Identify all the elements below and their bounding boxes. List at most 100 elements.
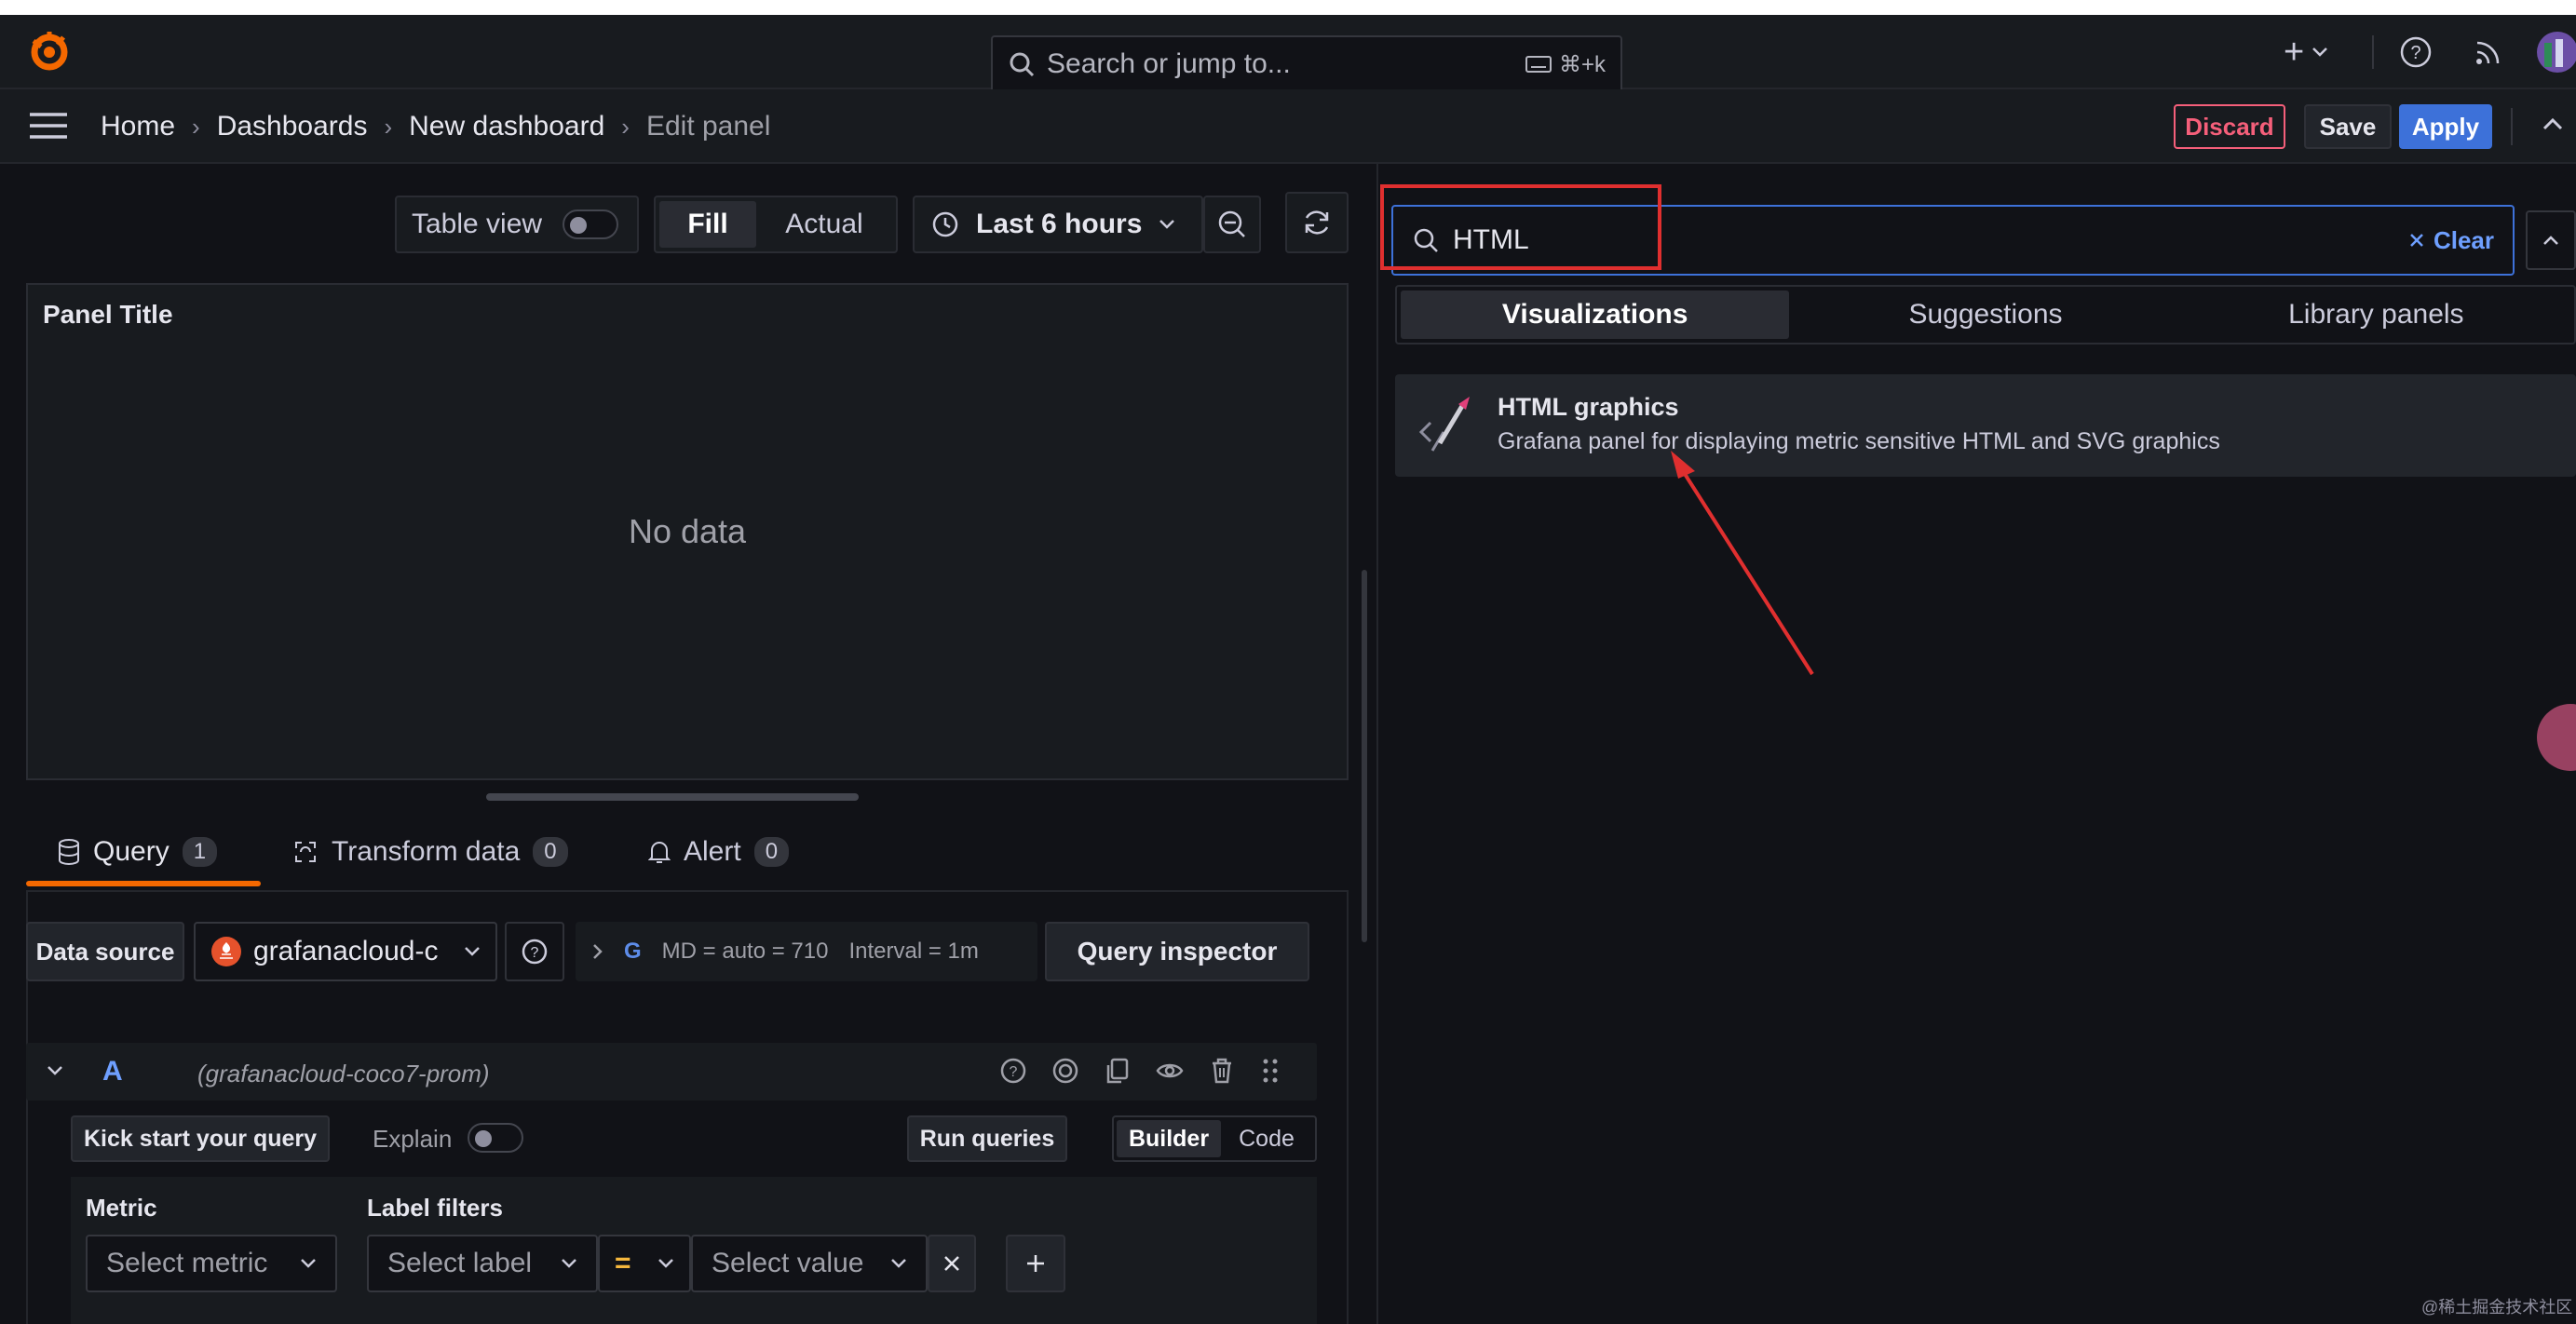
query-letter[interactable]: A <box>102 1056 123 1088</box>
time-range-picker[interactable]: Last 6 hours <box>913 196 1203 253</box>
kick-start-button[interactable]: Kick start your query <box>71 1115 330 1162</box>
code-option[interactable]: Code <box>1221 1120 1312 1157</box>
top-edge-strip <box>0 0 2576 15</box>
help-icon[interactable]: ? <box>2399 35 2433 69</box>
query-history-icon[interactable] <box>1051 1056 1080 1086</box>
table-view-switch[interactable] <box>563 209 619 239</box>
eye-icon[interactable] <box>1155 1056 1185 1086</box>
tab-suggestions[interactable]: Suggestions <box>1789 290 2181 339</box>
tab-query[interactable]: Query 1 <box>58 836 218 868</box>
query-options-icon: G <box>624 939 642 964</box>
help-icon[interactable]: ? <box>998 1056 1028 1086</box>
clock-icon <box>931 210 959 238</box>
label-placeholder: Select label <box>387 1248 533 1278</box>
label-filters-label: Label filters <box>367 1194 503 1222</box>
prometheus-icon <box>210 936 242 967</box>
apply-button[interactable]: Apply <box>2399 104 2492 149</box>
datasource-help-button[interactable]: ? <box>505 922 564 981</box>
add-filter-button[interactable] <box>1006 1235 1065 1292</box>
annotation-arrow <box>1671 451 1814 676</box>
tab-alert[interactable]: Alert 0 <box>648 836 790 868</box>
svg-text:?: ? <box>2410 43 2420 63</box>
search-icon <box>1008 50 1036 78</box>
breadcrumb-edit-panel: Edit panel <box>645 111 771 142</box>
trash-icon[interactable] <box>1207 1056 1237 1086</box>
search-placeholder: Search or jump to... <box>1047 48 1291 79</box>
run-queries-button[interactable]: Run queries <box>907 1115 1067 1162</box>
avatar[interactable] <box>2537 32 2576 73</box>
keyboard-icon <box>1525 55 1552 74</box>
chevron-right-icon <box>592 943 603 960</box>
close-icon <box>942 1254 961 1273</box>
nav-divider <box>2511 108 2513 145</box>
query-datasource-name: (grafanacloud-coco7-prom) <box>197 1060 490 1088</box>
help-icon: ? <box>521 938 549 966</box>
explain-label: Explain <box>373 1125 453 1153</box>
value-select[interactable]: Select value <box>691 1235 928 1292</box>
new-menu-button[interactable]: + <box>2284 32 2328 72</box>
table-view-label: Table view <box>412 209 543 239</box>
pane-splitter[interactable] <box>1376 164 1378 1324</box>
breadcrumb-dashboards[interactable]: Dashboards <box>217 111 368 142</box>
tab-transform-data[interactable]: Transform data 0 <box>292 836 568 868</box>
tab-visualizations[interactable]: Visualizations <box>1401 290 1790 339</box>
metric-select[interactable]: Select metric <box>86 1235 337 1292</box>
collapse-icon[interactable] <box>47 1065 63 1076</box>
breadcrumb: Home › Dashboards › New dashboard › Edit… <box>101 108 770 145</box>
save-button[interactable]: Save <box>2304 104 2392 149</box>
fill-actual-radio: Fill Actual <box>654 196 898 253</box>
no-data-message: No data <box>628 512 747 550</box>
datasource-value: grafanacloud-c <box>253 936 439 966</box>
grafana-logo-icon[interactable] <box>26 28 73 74</box>
chevron-down-icon <box>561 1258 577 1269</box>
explain-toggle[interactable] <box>468 1123 523 1153</box>
chevron-down-icon <box>464 946 481 957</box>
datasource-select[interactable]: grafanacloud-c <box>194 922 497 981</box>
svg-text:?: ? <box>1010 1064 1018 1080</box>
max-data-points: MD = auto = 710 <box>661 939 829 964</box>
drag-handle-icon[interactable] <box>1261 1056 1280 1086</box>
query-options[interactable]: G MD = auto = 710 Interval = 1m <box>576 922 1037 981</box>
time-range-label: Last 6 hours <box>976 209 1143 239</box>
label-select[interactable]: Select label <box>367 1235 598 1292</box>
chevron-down-icon <box>658 1258 674 1269</box>
datasource-label: Data source <box>26 922 184 981</box>
refresh-button[interactable] <box>1285 192 1349 253</box>
nav-bar: Home › Dashboards › New dashboard › Edit… <box>0 89 2576 164</box>
clear-button[interactable]: Clear <box>2409 226 2494 255</box>
tab-library-panels[interactable]: Library panels <box>2182 290 2570 339</box>
scrollbar[interactable] <box>1362 570 1367 942</box>
search-input[interactable]: Search or jump to... ⌘+k <box>991 35 1622 93</box>
resize-handle[interactable] <box>486 793 859 801</box>
remove-filter-button[interactable] <box>928 1235 976 1292</box>
breadcrumb-home[interactable]: Home <box>101 111 175 142</box>
chevron-down-icon <box>1159 219 1175 230</box>
metric-label: Metric <box>86 1194 157 1222</box>
value-placeholder: Select value <box>712 1248 864 1278</box>
operator-select[interactable]: = <box>598 1235 691 1292</box>
html-graphics-icon <box>1417 395 1473 456</box>
table-view-toggle[interactable]: Table view <box>395 196 639 253</box>
chevron-down-icon <box>890 1258 907 1269</box>
zoom-out-button[interactable] <box>1203 196 1261 253</box>
breadcrumb-new-dashboard[interactable]: New dashboard <box>409 111 604 142</box>
watermark: @稀土掘金技术社区 <box>2421 1298 2573 1317</box>
database-icon <box>58 839 80 865</box>
plus-icon: + <box>2284 32 2305 72</box>
interval: Interval = 1m <box>848 939 979 964</box>
menu-icon[interactable] <box>30 112 67 140</box>
chevron-up-icon <box>2542 235 2559 246</box>
builder-option[interactable]: Builder <box>1117 1120 1221 1157</box>
collapse-options-button[interactable] <box>2526 210 2576 270</box>
discard-button[interactable]: Discard <box>2174 104 2285 149</box>
fill-option[interactable]: Fill <box>659 201 756 248</box>
duplicate-icon[interactable] <box>1103 1056 1132 1086</box>
chevron-up-icon[interactable] <box>2542 117 2563 130</box>
chevron-down-icon <box>300 1258 317 1269</box>
transform-icon <box>292 839 319 865</box>
query-inspector-button[interactable]: Query inspector <box>1045 922 1309 981</box>
viz-result-html-graphics[interactable]: HTML graphics Grafana panel for displayi… <box>1395 374 2576 477</box>
rss-icon[interactable] <box>2474 37 2503 67</box>
actual-option[interactable]: Actual <box>756 201 892 248</box>
floating-assistant-icon[interactable] <box>2537 704 2576 771</box>
